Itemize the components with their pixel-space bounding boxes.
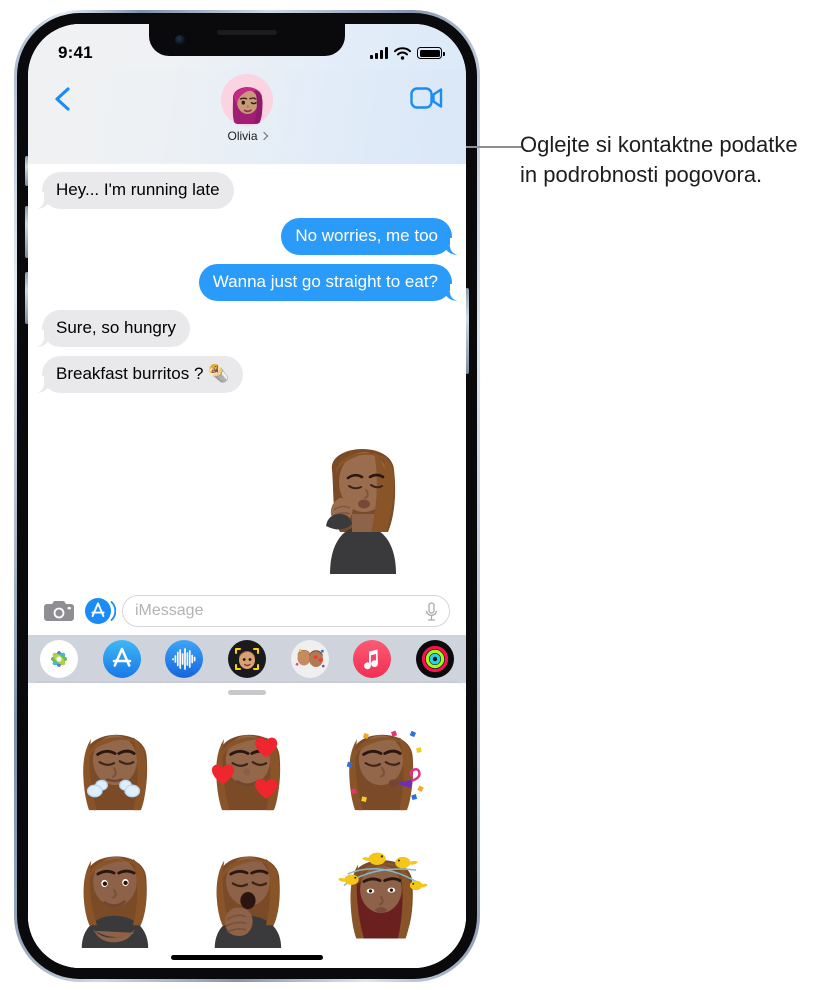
cellular-bars-icon [370,47,388,59]
imessage-placeholder: iMessage [135,602,204,619]
memoji-smiling-sticker-icon [82,856,149,948]
camera-icon [44,601,74,621]
memoji-hearts-sticker-icon [211,734,281,811]
fitness-icon [415,640,454,678]
chevron-right-icon [259,131,268,141]
microphone-icon [425,602,438,621]
memoji-icon [227,640,266,678]
imessage-app-drawer [28,635,466,683]
earpiece-speaker [217,30,277,35]
sticker-item[interactable] [50,705,179,827]
sticker-item[interactable] [183,705,312,827]
sticker-item[interactable] [315,831,444,953]
memoji-kiss-sticker-icon [326,448,396,574]
dictation-button[interactable] [425,602,438,621]
app-store-icon [85,598,117,624]
app-store-icon [102,640,141,678]
callout-text: Oglejte si kontaktne podatke in podrobno… [520,132,798,187]
phone-device-frame: Olivia 9:41 Hey... I'm running late No w… [14,10,480,982]
message-bubble-incoming[interactable]: Hey... I'm running late [35,172,234,209]
audio-icon [165,640,204,678]
device-notch [149,24,345,56]
wifi-icon [394,46,411,60]
photos-icon [40,640,78,678]
message-row: Sure, so hungry [34,310,452,347]
home-indicator[interactable] [171,955,323,960]
screenshot-root: Olivia 9:41 Hey... I'm running late No w… [0,0,830,990]
sticker-item[interactable] [315,705,444,827]
message-bubble-outgoing[interactable]: Wanna just go straight to eat? [198,264,460,301]
app-drawer-item-fitness[interactable] [415,640,454,678]
message-bubble-incoming[interactable]: Breakfast burritos ? 🌯 [34,356,244,393]
message-row: No worries, me too [42,218,459,255]
chevron-left-icon [55,87,70,111]
sticker-drawer-sheet [28,683,466,968]
callout: Oglejte si kontaktne podatke in podrobno… [520,130,820,190]
phone-screen: Olivia 9:41 Hey... I'm running late No w… [28,24,466,968]
status-indicators [370,46,445,60]
app-drawer-item-app-store[interactable] [102,640,141,678]
memoji-steam-nose-sticker-icon [83,734,148,811]
memoji-avatar-icon [221,74,273,126]
placed-memoji-sticker[interactable] [296,422,424,574]
back-button[interactable] [50,86,76,112]
phone-bezel: Olivia 9:41 Hey... I'm running late No w… [17,13,477,979]
message-bubble-outgoing[interactable]: No worries, me too [281,218,459,255]
music-icon [353,640,392,678]
app-drawer-item-memoji[interactable] [227,640,266,678]
contact-name-row[interactable]: Olivia [227,129,268,143]
camera-button[interactable] [44,599,74,623]
sticker-grid [28,695,466,953]
message-row: Hey... I'm running late [35,172,452,209]
facetime-video-button[interactable] [410,84,444,112]
appstore-drawer-button[interactable] [84,597,117,625]
front-camera [175,35,185,45]
avatar[interactable] [221,74,273,126]
memoji-party-horn-sticker-icon [346,730,424,811]
imessage-input-field[interactable]: iMessage [122,595,450,627]
contact-info-button[interactable]: Olivia [221,74,273,143]
stickers-icon [290,640,329,678]
app-drawer-item-music[interactable] [353,640,392,678]
message-bubble-incoming[interactable]: Sure, so hungry [34,310,191,347]
battery-icon [417,47,445,59]
message-input-bar: iMessage [28,587,466,635]
memoji-birds-sticker-icon [337,852,428,939]
sticker-item[interactable] [50,831,179,953]
message-row: Breakfast burritos ? 🌯 [34,356,452,393]
contact-name-label: Olivia [227,129,258,143]
memoji-yawn-sticker-icon [214,856,282,948]
app-drawer-item-photos[interactable] [40,640,78,678]
video-camera-icon [410,87,443,109]
message-row: Wanna just go straight to eat? [42,264,460,301]
app-drawer-item-stickers[interactable] [286,636,333,682]
status-time: 9:41 [58,43,93,62]
sticker-item[interactable] [183,831,312,953]
app-drawer-item-audio[interactable] [165,640,204,678]
